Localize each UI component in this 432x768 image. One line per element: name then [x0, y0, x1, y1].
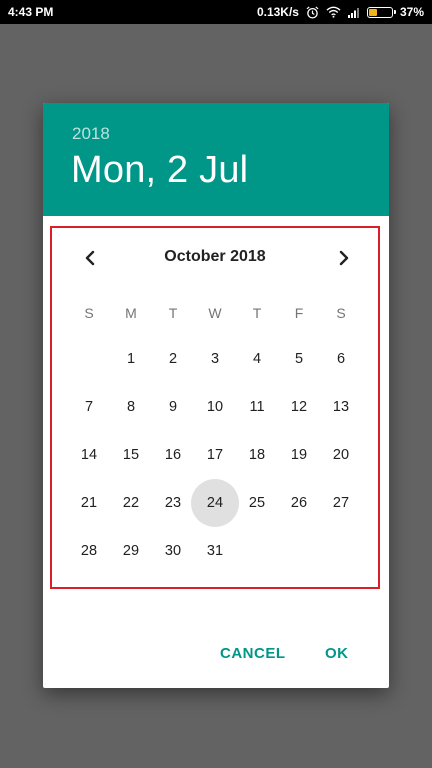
header-date[interactable]: Mon, 2 Jul — [71, 149, 248, 192]
day-empty — [68, 335, 110, 383]
day-cell[interactable]: 6 — [320, 335, 362, 383]
day-number: 10 — [206, 399, 224, 415]
day-number: 6 — [336, 351, 346, 367]
day-number: 21 — [80, 495, 98, 511]
day-cell[interactable]: 31 — [194, 527, 236, 575]
day-number: 14 — [80, 447, 98, 463]
day-cell[interactable]: 12 — [278, 383, 320, 431]
day-number: 24 — [206, 495, 224, 511]
day-cell[interactable]: 10 — [194, 383, 236, 431]
battery-icon — [366, 6, 396, 18]
day-cell[interactable]: 2 — [152, 335, 194, 383]
weekday-header: SMTWTFS — [68, 305, 362, 321]
day-cell[interactable]: 4 — [236, 335, 278, 383]
date-picker-dialog: 2018 Mon, 2 Jul October 2018 SMTWTFS 123… — [43, 103, 389, 688]
wifi-icon — [326, 6, 341, 18]
calendar-view: October 2018 SMTWTFS 1 2 3 4 5 6 7 8 9 10 11 12 13 14… — [50, 226, 380, 589]
day-number: 15 — [122, 447, 140, 463]
day-number: 27 — [332, 495, 350, 511]
day-number: 28 — [80, 543, 98, 559]
day-number: 20 — [332, 447, 350, 463]
dialog-actions: CANCEL OK — [43, 641, 389, 671]
day-cell[interactable]: 30 — [152, 527, 194, 575]
day-number: 29 — [122, 543, 140, 559]
day-number: 13 — [332, 399, 350, 415]
weekday-label: W — [208, 305, 222, 321]
day-cell[interactable]: 17 — [194, 431, 236, 479]
day-number: 23 — [164, 495, 182, 511]
day-cell[interactable]: 21 — [68, 479, 110, 527]
alarm-icon — [306, 5, 319, 19]
day-cell[interactable]: 8 — [110, 383, 152, 431]
day-cell[interactable]: 26 — [278, 479, 320, 527]
day-number: 9 — [168, 399, 178, 415]
weekday-label: T — [252, 305, 262, 321]
month-navigation: October 2018 — [52, 228, 378, 288]
day-number: 8 — [126, 399, 136, 415]
day-number: 4 — [252, 351, 262, 367]
day-number: 30 — [164, 543, 182, 559]
status-bar: 4:43 PM 0.13K/s 37% — [0, 0, 432, 24]
day-cell[interactable]: 7 — [68, 383, 110, 431]
dialog-header: 2018 Mon, 2 Jul — [43, 103, 389, 216]
day-number: 16 — [164, 447, 182, 463]
next-month-button[interactable] — [330, 244, 358, 272]
signal-icon — [347, 7, 360, 18]
day-cell[interactable]: 13 — [320, 383, 362, 431]
day-number: 26 — [290, 495, 308, 511]
day-number: 1 — [126, 351, 136, 367]
day-number: 22 — [122, 495, 140, 511]
day-cell[interactable]: 29 — [110, 527, 152, 575]
chevron-right-icon — [339, 250, 349, 266]
day-number: 31 — [206, 543, 224, 559]
ok-button[interactable]: OK — [319, 641, 355, 666]
weekday-label: M — [125, 305, 137, 321]
weekday-label: F — [294, 305, 304, 321]
day-cell[interactable]: 11 — [236, 383, 278, 431]
weekday-label: S — [84, 305, 94, 321]
day-cell[interactable]: 25 — [236, 479, 278, 527]
day-cell[interactable]: 23 — [152, 479, 194, 527]
day-cell[interactable]: 22 — [110, 479, 152, 527]
day-cell[interactable]: 3 — [194, 335, 236, 383]
header-year[interactable]: 2018 — [72, 124, 110, 144]
day-number: 11 — [249, 399, 265, 415]
day-number: 3 — [210, 351, 220, 367]
day-number: 18 — [248, 447, 266, 463]
day-selected[interactable]: 24 — [191, 479, 239, 527]
day-number: 5 — [294, 351, 304, 367]
day-cell[interactable]: 20 — [320, 431, 362, 479]
day-cell[interactable]: 1 — [110, 335, 152, 383]
day-cell[interactable]: 15 — [110, 431, 152, 479]
day-number: 19 — [290, 447, 308, 463]
cancel-button[interactable]: CANCEL — [214, 641, 292, 666]
network-speed: 0.13K/s — [256, 5, 299, 19]
battery-percent: 37% — [399, 5, 424, 19]
battery-level — [368, 8, 378, 16]
weekday-label: S — [336, 305, 346, 321]
day-number: 17 — [206, 447, 224, 463]
day-number: 7 — [84, 399, 94, 415]
day-number: 25 — [248, 495, 266, 511]
day-cell[interactable]: 16 — [152, 431, 194, 479]
day-number: 12 — [290, 399, 308, 415]
day-cell[interactable]: 14 — [68, 431, 110, 479]
day-grid: 1 2 3 4 5 6 7 8 9 10 11 12 13 14 15 16 17 18 19 20 21 22 23 24 2… — [68, 335, 362, 575]
day-cell[interactable]: 19 — [278, 431, 320, 479]
status-icons: 0.13K/s 37% — [257, 5, 424, 19]
day-cell[interactable]: 18 — [236, 431, 278, 479]
status-time: 4:43 PM — [8, 5, 54, 19]
day-cell[interactable]: 5 — [278, 335, 320, 383]
day-number: 2 — [168, 351, 178, 367]
day-cell[interactable]: 9 — [152, 383, 194, 431]
weekday-label: T — [168, 305, 178, 321]
day-cell[interactable]: 28 — [68, 527, 110, 575]
day-cell[interactable]: 27 — [320, 479, 362, 527]
